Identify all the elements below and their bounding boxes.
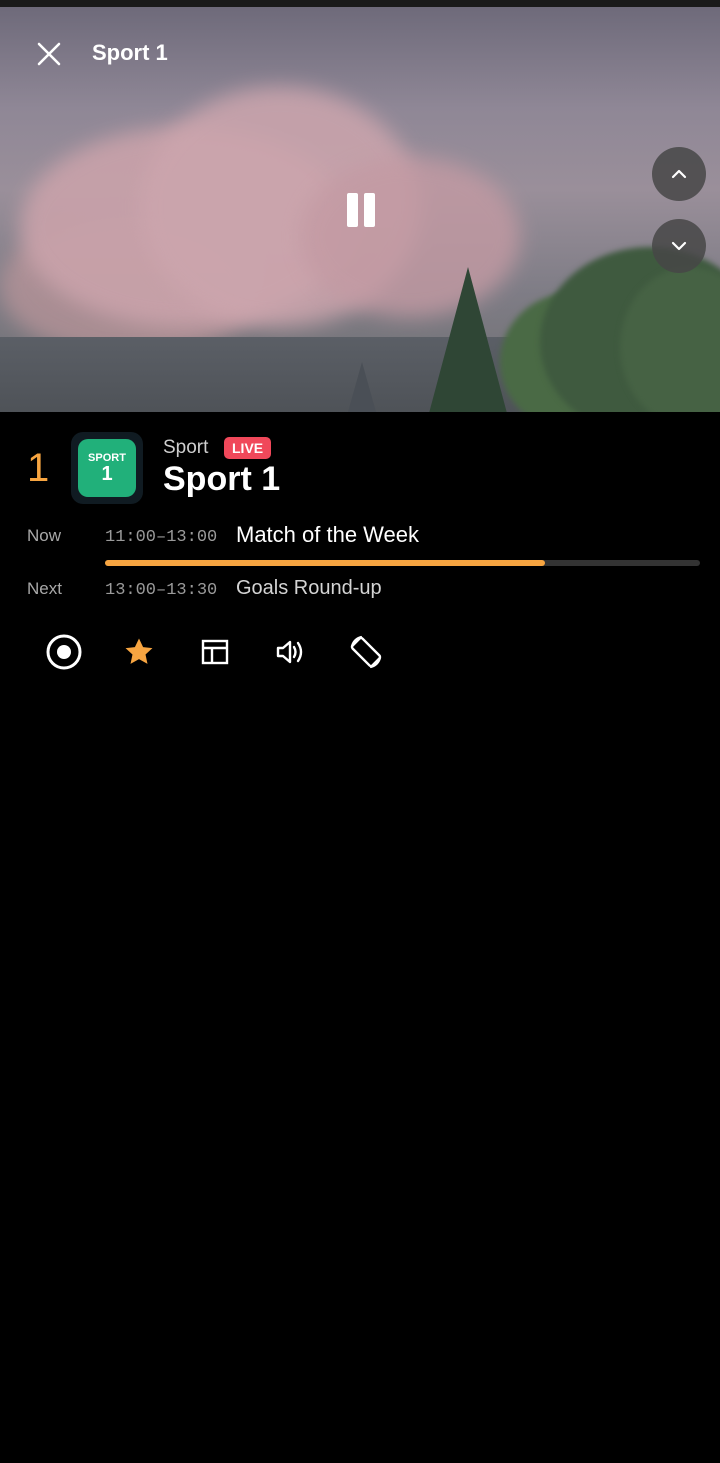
now-program-title: Match of the Week <box>236 522 420 547</box>
video-frame-tree <box>348 362 376 412</box>
rotate-screen-button[interactable] <box>346 632 386 672</box>
video-title: Sport 1 <box>92 40 168 65</box>
record-button[interactable] <box>44 632 84 672</box>
close-button[interactable] <box>30 35 68 73</box>
program-progress-bar <box>105 560 700 566</box>
channel-name: Sport 1 <box>163 460 281 498</box>
now-time: 11:00–13:00 <box>105 528 218 547</box>
favorite-button[interactable] <box>119 632 159 672</box>
channel-logo: SPORT 1 <box>71 432 143 504</box>
next-label: Next <box>27 579 62 598</box>
previous-channel-button[interactable] <box>652 147 706 201</box>
star-icon <box>125 638 153 664</box>
next-channel-button[interactable] <box>652 219 706 273</box>
volume-button[interactable] <box>270 632 310 672</box>
next-program-title: Goals Round-up <box>236 577 382 599</box>
pause-button[interactable] <box>340 187 382 233</box>
live-badge: LIVE <box>224 437 272 459</box>
channel-category: Sport <box>163 437 209 458</box>
layout-icon <box>201 639 229 665</box>
channel-logo-number: 1 <box>101 463 113 485</box>
next-time: 13:00–13:30 <box>105 581 218 600</box>
layout-button[interactable] <box>195 632 235 672</box>
program-progress-fill <box>105 560 546 566</box>
channel-logo-badge: SPORT 1 <box>78 439 136 497</box>
now-label: Now <box>27 526 62 545</box>
chevron-down-icon <box>671 241 687 251</box>
pause-icon <box>364 193 375 227</box>
close-icon <box>37 42 61 66</box>
video-frame-tree <box>428 267 508 412</box>
rotate-screen-icon <box>350 635 382 669</box>
volume-icon <box>276 640 303 664</box>
pause-icon <box>347 193 358 227</box>
status-strip <box>0 0 720 7</box>
record-icon <box>46 634 82 670</box>
channel-number: 1 <box>27 446 50 490</box>
chevron-up-icon <box>671 169 687 179</box>
video-player[interactable]: Sport 1 <box>0 7 720 412</box>
